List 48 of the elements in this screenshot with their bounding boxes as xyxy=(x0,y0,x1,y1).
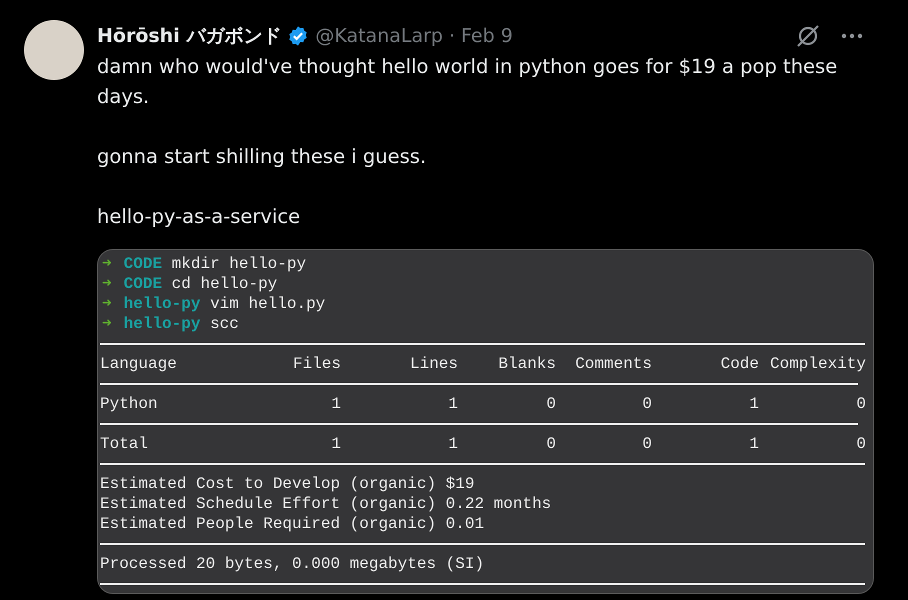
column-header: Language xyxy=(100,354,178,374)
post-text: damn who would've thought hello world in python goes for $19 a pop these days. xyxy=(97,54,838,110)
prompt-directory: CODE xyxy=(124,255,162,273)
table-cell-text: 1 xyxy=(447,394,458,414)
table-cell-text: 1 xyxy=(748,434,759,454)
table-cell-text: 0 xyxy=(641,394,652,414)
table-cell-text: 0 xyxy=(641,434,652,454)
table-cell-text: 1 xyxy=(330,394,341,414)
table-cell-text: Total xyxy=(100,434,150,454)
post-date[interactable]: Feb 9 xyxy=(461,25,513,47)
column-header: Lines xyxy=(408,354,458,374)
author-handle[interactable]: @KatanaLarp xyxy=(315,25,443,47)
column-header: Code xyxy=(720,354,759,374)
table-cell-text: 0 xyxy=(545,394,556,414)
estimate-line: Estimated Schedule Effort (organic) 0.22 months xyxy=(100,494,552,514)
summary-line: Processed 20 bytes, 0.000 megabytes (SI) xyxy=(100,554,486,574)
column-header: Blanks xyxy=(497,354,556,374)
separator: · xyxy=(449,25,456,47)
prompt-arrow: ➜ xyxy=(102,314,112,334)
verified-badge-icon xyxy=(287,25,310,47)
table-cell-text: Python xyxy=(100,394,159,414)
column-header: Files xyxy=(292,354,341,374)
shell-command: cd hello-py xyxy=(172,275,278,293)
post-text: gonna start shilling these i guess. xyxy=(97,144,428,170)
prompt-arrow: ➜ xyxy=(102,294,112,314)
terminal-screenshot[interactable] xyxy=(97,249,874,594)
prompt-directory: hello-py xyxy=(124,295,200,313)
prompt-directory: hello-py xyxy=(124,315,200,333)
estimate-line: Estimated People Required (organic) 0.01 xyxy=(100,514,486,534)
shell-command: vim hello.py xyxy=(210,295,326,313)
column-header: Complexity xyxy=(768,354,866,374)
table-cell-text: 0 xyxy=(545,434,556,454)
slashed-circle-icon[interactable] xyxy=(795,23,821,49)
table-cell-text: 0 xyxy=(855,434,866,454)
post-text: hello-py-as-a-service xyxy=(97,204,302,230)
column-header: Comments xyxy=(574,354,652,374)
estimate-line: Estimated Cost to Develop (organic) $19 xyxy=(100,474,476,494)
prompt-arrow: ➜ xyxy=(102,254,112,274)
shell-command: scc xyxy=(210,315,239,333)
table-cell-text: 0 xyxy=(855,394,866,414)
author-name[interactable]: Hōrōshi バガボンド xyxy=(97,23,282,49)
table-cell-text: 1 xyxy=(748,394,759,414)
shell-command: mkdir hello-py xyxy=(172,255,306,273)
prompt-directory: CODE xyxy=(124,275,162,293)
more-icon[interactable] xyxy=(841,33,863,39)
table-cell-text: 1 xyxy=(447,434,458,454)
table-cell-text: 1 xyxy=(330,434,341,454)
prompt-arrow: ➜ xyxy=(102,274,112,294)
